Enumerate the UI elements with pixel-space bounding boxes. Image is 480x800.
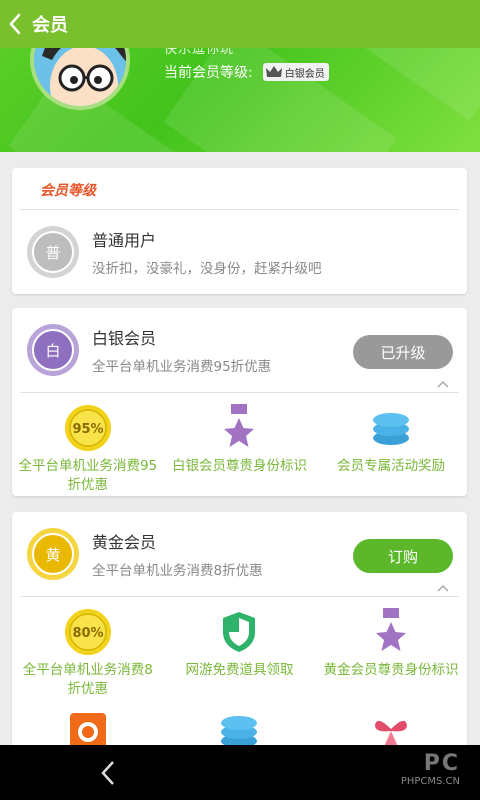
level-row-gold[interactable]: 黄 黄金会员 全平台单机业务消费8折优惠 订购 (12, 512, 467, 596)
level-badge-text: 白银会员 (284, 68, 325, 80)
perk-label: 网游免费道具领取 (185, 662, 294, 678)
nav-back-button[interactable] (78, 745, 138, 800)
perk-label: 全平台单机业务消费8折优惠 (22, 662, 153, 697)
watermark-logo: PC (423, 751, 460, 776)
green-shield-icon (223, 612, 256, 652)
level-desc: 没折扣，没豪礼，没身份，赶紧升级吧 (92, 261, 322, 277)
perk-label: 会员专属活动奖励 (337, 458, 446, 474)
purple-star-medal-icon (376, 608, 407, 651)
coin-stack-icon (221, 716, 258, 748)
perk-badge-text: 95% (72, 422, 103, 437)
medal-char: 黄 (45, 546, 60, 564)
perk-item (164, 713, 316, 749)
member-level-label: 当前会员等级: (164, 65, 253, 81)
perk-item: 会员专属活动奖励 (315, 403, 467, 495)
watermark: PC PHPCMS.CN (401, 751, 460, 787)
section-title: 会员等级 (40, 183, 96, 199)
perk-item: 网游免费道具领取 (164, 607, 316, 699)
purple-star-medal-icon (224, 404, 255, 447)
collapse-caret-icon[interactable] (437, 584, 449, 592)
perk-item (315, 713, 467, 749)
level-name: 白银会员 (92, 329, 157, 348)
silver-card: 白 白银会员 全平台单机业务消费95折优惠 已升级 95% 全平台单机业务消费9… (12, 308, 467, 496)
top-bar: 会员 (0, 0, 480, 48)
crown-icon (265, 66, 282, 77)
perk-item: 白银会员尊贵身份标识 (164, 403, 316, 495)
gold-medal-icon: 黄 (27, 528, 79, 580)
medal-char: 普 (45, 244, 60, 262)
perk-badge-text: 80% (72, 626, 103, 641)
perk-label: 白银会员尊贵身份标识 (171, 458, 307, 474)
level-desc: 全平台单机业务消费95折优惠 (92, 359, 272, 375)
purple-medal-icon: 白 (27, 324, 79, 376)
system-nav-bar: PC PHPCMS.CN (0, 745, 480, 800)
perk-item (12, 713, 164, 749)
level-badge: 白银会员 (262, 63, 329, 81)
level-name: 黄金会员 (92, 533, 157, 552)
page-title: 会员 (32, 15, 68, 36)
perk-item: 95% 全平台单机业务消费95折优惠 (12, 403, 164, 495)
coin-stack-icon (373, 413, 410, 445)
chevron-left-icon (9, 13, 21, 35)
silver-perks: 95% 全平台单机业务消费95折优惠 白银会员尊贵身份标识 会员专属活动奖励 (12, 393, 467, 495)
perk-item: 80% 全平台单机业务消费8折优惠 (12, 607, 164, 699)
level-desc: 全平台单机业务消费8折优惠 (92, 563, 263, 579)
gift-bow-icon (375, 720, 408, 749)
orange-camera-icon (69, 713, 106, 749)
levels-card: 会员等级 普 普通用户 没折扣，没豪礼，没身份，赶紧升级吧 (12, 168, 467, 294)
watermark-site: PHPCMS.CN (400, 776, 460, 787)
subscribe-button[interactable]: 订购 (353, 539, 453, 573)
80-percent-medal-icon: 80% (64, 609, 111, 655)
level-name: 普通用户 (92, 231, 157, 250)
gold-perks: 80% 全平台单机业务消费8折优惠 网游免费道具领取 黄金会员尊贵身份标识 (12, 597, 467, 699)
perk-label: 全平台单机业务消费95折优惠 (18, 458, 158, 493)
gold-card: 黄 黄金会员 全平台单机业务消费8折优惠 订购 80% 全平台单机业务消费8折优… (12, 512, 467, 752)
nav-back-icon (101, 760, 114, 785)
back-button[interactable] (0, 0, 30, 48)
upgraded-button[interactable]: 已升级 (353, 335, 453, 369)
perk-label: 黄金会员尊贵身份标识 (323, 662, 459, 678)
medal-char: 白 (45, 342, 60, 360)
member-level-line: 当前会员等级: 白银会员 (164, 62, 329, 82)
collapse-caret-icon[interactable] (437, 380, 449, 388)
perk-item: 黄金会员尊贵身份标识 (315, 607, 467, 699)
section-header: 会员等级 (20, 168, 459, 210)
95-percent-medal-icon: 95% (64, 405, 111, 451)
gray-medal-icon: 普 (27, 226, 79, 278)
level-row-normal[interactable]: 普 普通用户 没折扣，没豪礼，没身份，赶紧升级吧 (12, 210, 467, 294)
gold-perks-more (12, 699, 467, 749)
level-row-silver[interactable]: 白 白银会员 全平台单机业务消费95折优惠 已升级 (12, 308, 467, 392)
